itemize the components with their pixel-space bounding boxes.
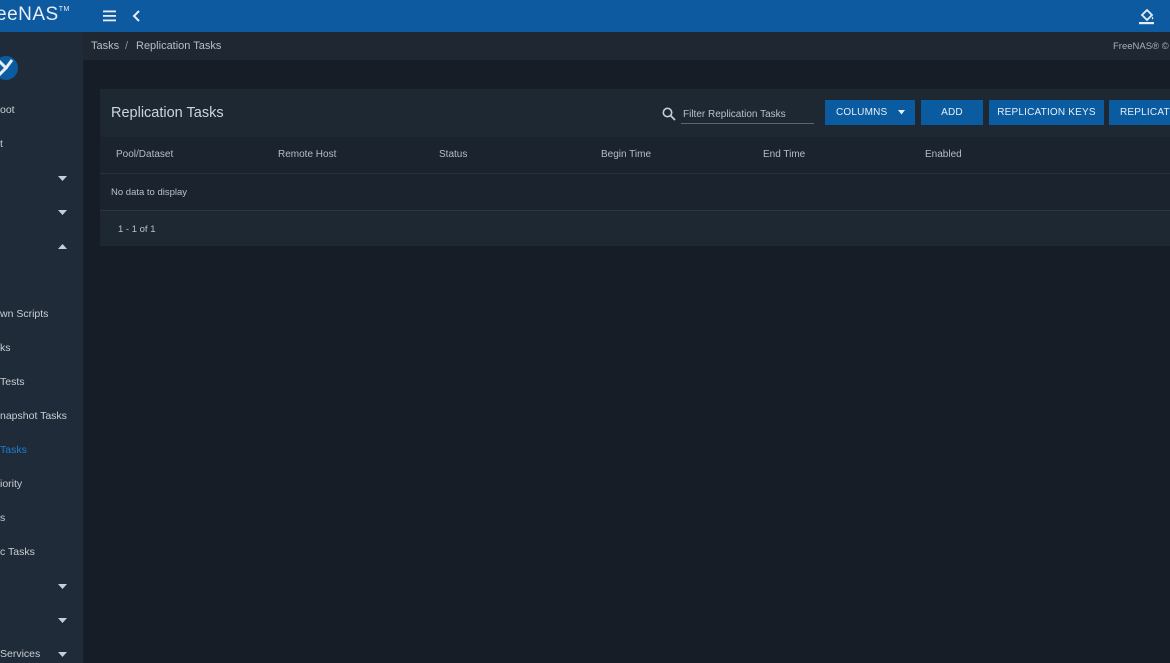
breadcrumb-replication-tasks: Replication Tasks — [136, 40, 222, 52]
sidebar-item-label: c Tasks — [0, 546, 35, 558]
sidebar-item-reboot[interactable]: oot — [0, 98, 83, 124]
breadcrumb-separator: / — [125, 40, 129, 52]
sidebar-item-label: iority — [0, 478, 23, 490]
sidebar-item-system[interactable] — [0, 200, 83, 226]
sidebar-item-network[interactable] — [0, 574, 83, 600]
sidebar-item-shutdown[interactable]: t — [0, 132, 83, 158]
sidebar-item-label: oot — [0, 104, 15, 116]
sidebar-item-tasks[interactable] — [0, 234, 83, 260]
sidebar-item-label: wn Scripts — [0, 308, 49, 320]
caret-up-icon — [58, 244, 67, 249]
empty-message: No data to display — [111, 187, 188, 198]
replication-keys-button[interactable]: REPLICATION KEYS — [989, 100, 1104, 125]
card-header: Replication Tasks COLUMNS ADD REPLICATIO… — [100, 89, 1170, 137]
trademark-mark: TM — [58, 6, 70, 13]
caret-down-icon — [58, 618, 67, 623]
sidebar-item-rsync-tasks[interactable]: ks — [0, 336, 83, 362]
caret-down-icon — [58, 652, 67, 657]
breadcrumb-tasks[interactable]: Tasks — [91, 40, 119, 52]
replication-button[interactable]: REPLICATI — [1109, 100, 1170, 125]
column-header-pool-dataset[interactable]: Pool/Dataset — [116, 149, 173, 160]
menu-icon[interactable] — [101, 6, 121, 26]
add-button[interactable]: ADD — [921, 100, 983, 125]
caret-down-icon — [58, 210, 67, 215]
sidebar-item-smart-tests[interactable]: Tests — [0, 370, 83, 396]
sidebar-item-label: s — [0, 512, 6, 524]
sidebar-item-replication-tasks[interactable]: Tasks — [0, 438, 83, 464]
column-header-remote-host[interactable]: Remote Host — [278, 149, 336, 160]
paint-bucket-icon[interactable] — [1137, 6, 1157, 26]
filter-input[interactable] — [681, 106, 814, 124]
column-header-begin-time[interactable]: Begin Time — [601, 149, 651, 160]
breadcrumb: Tasks / Replication Tasks FreeNAS® © — [83, 32, 1170, 60]
column-header-end-time[interactable]: End Time — [763, 149, 805, 160]
sidebar-item-label: ks — [0, 342, 11, 354]
columns-button[interactable]: COLUMNS — [825, 100, 915, 125]
freenas-logo-icon — [0, 56, 18, 80]
page-title: Replication Tasks — [111, 105, 224, 121]
caret-down-icon — [58, 176, 67, 181]
copyright-text: FreeNAS® © — [1113, 41, 1169, 52]
sidebar-item-resilver-priority[interactable]: iority — [0, 472, 83, 498]
table-header: Pool/Dataset Remote Host Status Begin Ti… — [100, 137, 1170, 173]
pagination-range: 1 - 1 of 1 — [118, 224, 156, 235]
columns-button-label: COLUMNS — [836, 107, 888, 118]
chevron-left-icon[interactable] — [128, 6, 148, 26]
search-icon — [662, 107, 676, 121]
sidebar-item-label: Tasks — [0, 444, 27, 456]
sidebar-item-label: napshot Tasks — [0, 410, 67, 422]
top-bar: eeNASTM — [0, 0, 1170, 32]
table-row: No data to display — [100, 173, 1170, 211]
sidebar: oot t wn Scripts ks Tests napshot Tasks … — [0, 32, 83, 663]
replication-tasks-card: Replication Tasks COLUMNS ADD REPLICATIO… — [100, 89, 1170, 246]
sidebar-item-label: Services — [0, 648, 41, 660]
sidebar-item-accounts[interactable] — [0, 166, 83, 192]
sidebar-item-label: t — [0, 138, 3, 150]
brand-text: eeNAS — [0, 4, 59, 25]
column-header-status[interactable]: Status — [439, 149, 467, 160]
sidebar-item-periodic-snapshot-tasks[interactable]: napshot Tasks — [0, 404, 83, 430]
caret-down-icon — [58, 584, 67, 589]
caret-down-icon — [898, 110, 905, 115]
sidebar-item-init-shutdown-scripts[interactable]: wn Scripts — [0, 302, 83, 328]
brand-logo[interactable]: eeNASTM — [0, 4, 70, 26]
sidebar-item-label: Tests — [0, 376, 25, 388]
sidebar-item-services[interactable]: Services — [0, 642, 83, 663]
sidebar-item-scrub-tasks[interactable]: s — [0, 506, 83, 532]
column-header-enabled[interactable]: Enabled — [925, 149, 962, 160]
sidebar-item-storage[interactable] — [0, 608, 83, 634]
sidebar-item-cloud-sync-tasks[interactable]: c Tasks — [0, 540, 83, 566]
pagination: 1 - 1 of 1 — [100, 210, 1170, 246]
